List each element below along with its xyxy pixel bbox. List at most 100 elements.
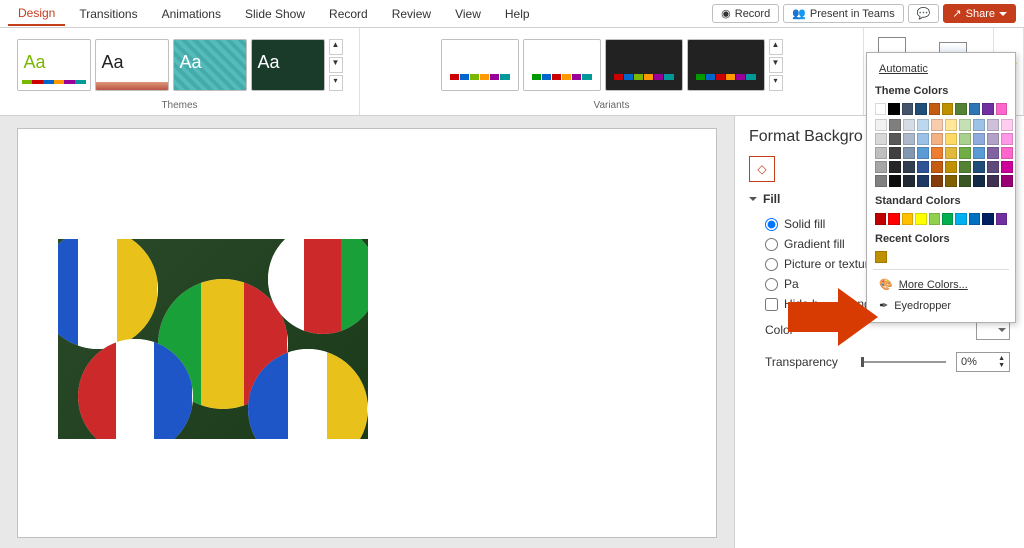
themes-scroll-up[interactable]: ▲ — [329, 39, 343, 55]
color-swatch[interactable] — [875, 175, 887, 187]
color-swatch[interactable] — [959, 119, 971, 131]
themes-scroll-down[interactable]: ▼ — [329, 57, 343, 73]
color-swatch[interactable] — [931, 133, 943, 145]
color-swatch[interactable] — [875, 133, 887, 145]
color-swatch[interactable] — [945, 133, 957, 145]
comments-button[interactable]: 💬 — [908, 4, 940, 23]
color-swatch[interactable] — [987, 119, 999, 131]
variant-3[interactable] — [605, 39, 683, 91]
color-picker-button[interactable] — [976, 320, 1010, 340]
tab-view[interactable]: View — [445, 3, 491, 25]
color-swatch[interactable] — [889, 119, 901, 131]
color-swatch[interactable] — [959, 175, 971, 187]
color-swatch[interactable] — [982, 213, 993, 225]
color-swatch[interactable] — [889, 175, 901, 187]
color-swatch[interactable] — [889, 147, 901, 159]
color-swatch[interactable] — [875, 161, 887, 173]
color-swatch[interactable] — [987, 147, 999, 159]
color-swatch[interactable] — [973, 119, 985, 131]
color-swatch[interactable] — [996, 103, 1007, 115]
color-swatch[interactable] — [902, 103, 913, 115]
color-swatch[interactable] — [875, 119, 887, 131]
color-swatch[interactable] — [959, 161, 971, 173]
color-swatch[interactable] — [987, 175, 999, 187]
color-swatch[interactable] — [945, 119, 957, 131]
transparency-slider[interactable] — [861, 361, 946, 363]
record-button[interactable]: ◉Record — [712, 4, 779, 23]
color-swatch[interactable] — [917, 119, 929, 131]
slide[interactable] — [17, 128, 717, 538]
color-swatch[interactable] — [969, 213, 980, 225]
color-swatch[interactable] — [987, 133, 999, 145]
color-swatch[interactable] — [959, 133, 971, 145]
theme-thumb-2[interactable]: Aa — [95, 39, 169, 91]
color-swatch[interactable] — [915, 103, 926, 115]
color-swatch[interactable] — [875, 103, 886, 115]
color-swatch[interactable] — [945, 175, 957, 187]
color-swatch[interactable] — [969, 103, 980, 115]
color-swatch[interactable] — [973, 161, 985, 173]
color-swatch[interactable] — [889, 133, 901, 145]
tab-transitions[interactable]: Transitions — [69, 3, 147, 25]
tab-design[interactable]: Design — [8, 2, 65, 26]
share-button[interactable]: ↗Share — [943, 4, 1016, 23]
color-swatch[interactable] — [902, 213, 913, 225]
color-swatch[interactable] — [996, 213, 1007, 225]
variants-scroll-up[interactable]: ▲ — [769, 39, 783, 55]
theme-thumb-3[interactable]: Aa — [173, 39, 247, 91]
color-swatch[interactable] — [903, 161, 915, 173]
color-swatch[interactable] — [1001, 133, 1013, 145]
eyedropper[interactable]: ✒Eyedropper — [873, 295, 1009, 316]
color-swatch[interactable] — [942, 213, 953, 225]
color-swatch[interactable] — [1001, 119, 1013, 131]
color-swatch[interactable] — [903, 133, 915, 145]
color-swatch[interactable] — [973, 147, 985, 159]
color-swatch[interactable] — [929, 103, 940, 115]
color-swatch[interactable] — [931, 175, 943, 187]
color-swatch[interactable] — [931, 147, 943, 159]
variant-2[interactable] — [523, 39, 601, 91]
variants-more[interactable]: ▾ — [769, 75, 783, 91]
color-swatch[interactable] — [942, 103, 953, 115]
color-swatch[interactable] — [945, 147, 957, 159]
tab-record[interactable]: Record — [319, 3, 378, 25]
theme-thumb-1[interactable]: Aa — [17, 39, 91, 91]
color-swatch[interactable] — [973, 175, 985, 187]
tab-animations[interactable]: Animations — [152, 3, 231, 25]
color-swatch[interactable] — [929, 213, 940, 225]
color-swatch[interactable] — [903, 147, 915, 159]
color-swatch[interactable] — [987, 161, 999, 173]
color-swatch[interactable] — [959, 147, 971, 159]
color-swatch[interactable] — [931, 161, 943, 173]
automatic-color[interactable]: Automatic — [873, 59, 1009, 79]
color-swatch[interactable] — [888, 103, 899, 115]
variant-1[interactable] — [441, 39, 519, 91]
color-swatch[interactable] — [903, 119, 915, 131]
color-swatch[interactable] — [973, 133, 985, 145]
transparency-spinner[interactable]: 0%▲▼ — [956, 352, 1010, 372]
fill-category-icon[interactable]: ◇ — [749, 156, 775, 182]
variants-scroll-down[interactable]: ▼ — [769, 57, 783, 73]
color-swatch[interactable] — [955, 213, 966, 225]
color-swatch[interactable] — [917, 133, 929, 145]
color-swatch[interactable] — [915, 213, 926, 225]
more-colors[interactable]: 🎨More Colors... — [873, 274, 1009, 295]
color-swatch[interactable] — [875, 251, 887, 263]
color-swatch[interactable] — [982, 103, 993, 115]
color-swatch[interactable] — [875, 213, 886, 225]
color-swatch[interactable] — [945, 161, 957, 173]
tab-help[interactable]: Help — [495, 3, 540, 25]
variant-4[interactable] — [687, 39, 765, 91]
color-swatch[interactable] — [889, 161, 901, 173]
slide-image[interactable] — [58, 239, 368, 439]
color-swatch[interactable] — [903, 175, 915, 187]
themes-more[interactable]: ▾ — [329, 75, 343, 91]
color-swatch[interactable] — [917, 161, 929, 173]
tab-review[interactable]: Review — [382, 3, 441, 25]
color-swatch[interactable] — [1001, 175, 1013, 187]
tab-slideshow[interactable]: Slide Show — [235, 3, 315, 25]
color-swatch[interactable] — [931, 119, 943, 131]
color-swatch[interactable] — [955, 103, 966, 115]
color-swatch[interactable] — [917, 147, 929, 159]
color-swatch[interactable] — [875, 147, 887, 159]
